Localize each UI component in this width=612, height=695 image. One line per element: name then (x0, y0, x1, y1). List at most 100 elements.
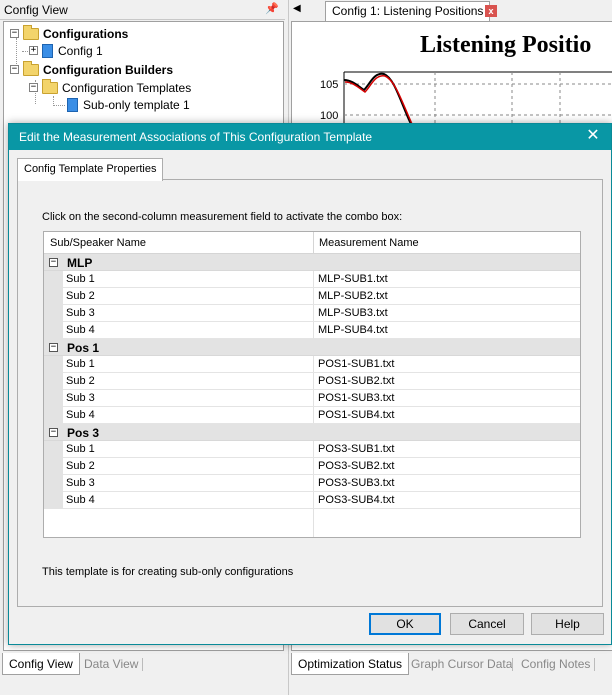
folder-icon (23, 24, 39, 40)
dialog-tab-strip: Config Template Properties (9, 150, 611, 181)
sub-name-cell: Sub 1 (66, 443, 95, 455)
cancel-button[interactable]: Cancel (450, 613, 524, 635)
tree-label: Sub-only template 1 (83, 97, 190, 112)
table-row: Sub 3 POS3-SUB3.txt (44, 475, 580, 492)
measurement-name-cell[interactable]: MLP-SUB4.txt (318, 324, 388, 336)
row-indent (44, 373, 63, 390)
tree-label: Configuration Builders (43, 62, 173, 77)
folder-icon (42, 78, 58, 94)
y-tick-105: 105 (320, 79, 338, 91)
help-button[interactable]: Help (531, 613, 604, 635)
table-row: Sub 2 MLP-SUB2.txt (44, 288, 580, 305)
sub-name-cell: Sub 2 (66, 290, 95, 302)
measurement-name-cell[interactable]: POS1-SUB3.txt (318, 392, 394, 404)
table-row: Sub 3 POS1-SUB3.txt (44, 390, 580, 407)
close-tab-icon[interactable]: x (485, 5, 497, 17)
graph-plot: 105 100 (320, 71, 612, 132)
row-indent (44, 288, 63, 305)
config-template-properties-panel: Click on the second-column measurement f… (17, 179, 603, 607)
row-indent (44, 407, 63, 424)
dialog-title: Edit the Measurement Associations of Thi… (19, 130, 373, 144)
instruction-text: Click on the second-column measurement f… (42, 211, 403, 223)
measurement-name-cell[interactable]: POS3-SUB2.txt (318, 460, 394, 472)
expand-icon[interactable]: + (29, 46, 38, 55)
tab-config-template-properties[interactable]: Config Template Properties (17, 158, 164, 181)
row-indent (44, 322, 63, 339)
close-icon[interactable]: ✕ (583, 126, 603, 146)
column-header-measurement-name[interactable]: Measurement Name (319, 237, 419, 249)
table-row: Sub 1 MLP-SUB1.txt (44, 271, 580, 288)
column-header-sub-speaker-name[interactable]: Sub/Speaker Name (50, 237, 146, 249)
sub-name-cell: Sub 4 (66, 324, 95, 336)
group-label: Pos 3 (67, 426, 100, 440)
measurement-name-cell[interactable]: POS3-SUB3.txt (318, 477, 394, 489)
measurement-name-cell[interactable]: POS3-SUB4.txt (318, 494, 394, 506)
collapse-icon[interactable]: − (49, 428, 58, 437)
row-indent (44, 305, 63, 322)
tree-label: Configurations (43, 26, 129, 41)
footer-note: This template is for creating sub-only c… (42, 566, 294, 578)
dialog-titlebar[interactable]: Edit the Measurement Associations of Thi… (9, 124, 611, 150)
row-indent (44, 356, 63, 373)
tree-node-sub-only-template-1[interactable]: Sub-only template 1 (67, 96, 190, 113)
collapse-icon[interactable]: − (10, 65, 19, 74)
table-row: Sub 4 MLP-SUB4.txt (44, 322, 580, 339)
group-row-pos-1[interactable]: − Pos 1 (44, 339, 580, 356)
tab-config-view[interactable]: Config View (2, 653, 80, 675)
measurement-name-cell[interactable]: MLP-SUB1.txt (318, 273, 388, 285)
tree-node-config-1[interactable]: + Config 1 (29, 42, 103, 59)
tab-config-notes[interactable]: Config Notes (515, 653, 596, 675)
document-icon (67, 97, 78, 112)
edit-measurement-associations-dialog: Edit the Measurement Associations of Thi… (8, 123, 612, 645)
sub-name-cell: Sub 2 (66, 460, 95, 472)
right-bottom-tabs: Optimization Status Graph Cursor Data Co… (289, 653, 612, 675)
folder-icon (23, 60, 39, 76)
measurement-name-cell[interactable]: MLP-SUB2.txt (318, 290, 388, 302)
table-row: Sub 4 POS1-SUB4.txt (44, 407, 580, 424)
table-row: Sub 2 POS1-SUB2.txt (44, 373, 580, 390)
sub-name-cell: Sub 3 (66, 307, 95, 319)
tab-data-view[interactable]: Data View (78, 653, 144, 675)
tab-optimization-status[interactable]: Optimization Status (291, 653, 410, 675)
table-row: Sub 1 POS3-SUB1.txt (44, 441, 580, 458)
table-row: Sub 1 POS1-SUB1.txt (44, 356, 580, 373)
sub-name-cell: Sub 3 (66, 392, 95, 404)
collapse-icon[interactable]: − (49, 343, 58, 352)
tab-graph-cursor-data[interactable]: Graph Cursor Data (405, 653, 518, 675)
row-indent (44, 441, 63, 458)
measurement-name-cell[interactable]: POS1-SUB4.txt (318, 409, 394, 421)
y-tick-100: 100 (320, 110, 338, 122)
ok-button[interactable]: OK (369, 613, 441, 635)
tree-node-configuration-builders[interactable]: − Configuration Builders (10, 60, 173, 78)
tree-node-configuration-templates[interactable]: − Configuration Templates (29, 78, 192, 96)
collapse-icon[interactable]: − (29, 83, 38, 92)
measurement-name-cell[interactable]: POS3-SUB1.txt (318, 443, 394, 455)
tree-label: Config 1 (58, 43, 103, 58)
measurement-association-grid: Sub/Speaker Name Measurement Name − MLP Su… (43, 231, 581, 538)
measurement-name-cell[interactable]: MLP-SUB3.txt (318, 307, 388, 319)
sub-name-cell: Sub 1 (66, 273, 95, 285)
row-indent (44, 475, 63, 492)
pin-icon[interactable]: 📌 (265, 2, 279, 15)
measurement-name-cell[interactable]: POS1-SUB2.txt (318, 375, 394, 387)
row-indent (44, 271, 63, 288)
measurement-name-cell[interactable]: POS1-SUB1.txt (318, 358, 394, 370)
row-indent (44, 458, 63, 475)
group-row-mlp[interactable]: − MLP (44, 254, 580, 271)
left-bottom-tabs: Config View Data View (0, 653, 285, 675)
pane-title: Config View (4, 3, 68, 17)
grid-header: Sub/Speaker Name Measurement Name (44, 232, 580, 254)
group-label: MLP (67, 256, 93, 270)
group-row-pos-3[interactable]: − Pos 3 (44, 424, 580, 441)
tree-label: Configuration Templates (62, 80, 192, 95)
document-icon (42, 43, 53, 58)
sub-name-cell: Sub 4 (66, 409, 95, 421)
tab-config-1-listening-positions[interactable]: Config 1: Listening Positions (325, 1, 491, 21)
sub-name-cell: Sub 3 (66, 477, 95, 489)
collapse-icon[interactable]: − (10, 29, 19, 38)
sub-name-cell: Sub 1 (66, 358, 95, 370)
tab-scroll-left-icon[interactable]: ◀ (293, 3, 301, 14)
sub-name-cell: Sub 2 (66, 375, 95, 387)
tree-node-configurations[interactable]: − Configurations (10, 24, 129, 42)
collapse-icon[interactable]: − (49, 258, 58, 267)
